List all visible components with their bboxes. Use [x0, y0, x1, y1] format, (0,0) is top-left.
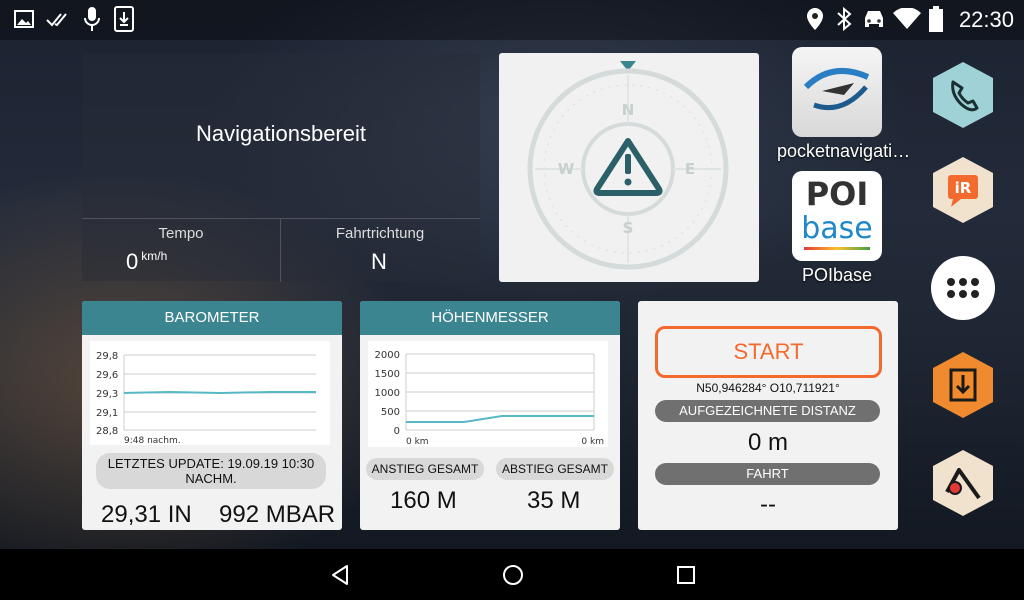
barometer-value-in: 29,31 IN — [101, 501, 192, 528]
altimeter-tick: 1000 — [375, 388, 400, 399]
speed-stat: Tempo 0 km/h — [82, 219, 281, 282]
microphone-icon — [84, 7, 100, 31]
speed-value: 0 km/h — [126, 249, 168, 274]
heading-stat: Fahrtrichtung N — [281, 219, 479, 282]
location-icon — [807, 8, 823, 30]
status-bar: 22:30 — [0, 0, 1024, 40]
barometer-x-label: 9:48 nachm. — [124, 436, 181, 445]
done-all-icon — [46, 13, 67, 27]
compass-west-label: W — [558, 160, 575, 178]
altimeter-tick: 2000 — [375, 350, 400, 361]
dock-app-drawer[interactable] — [931, 253, 995, 323]
compass-east-label: E — [685, 160, 695, 178]
barometer-widget[interactable]: BAROMETER 29,8 29,6 29,3 29,1 28,8 9:48 … — [82, 301, 342, 530]
barometer-update: LETZTES UPDATE: 19.09.19 10:30 NACHM. — [96, 453, 326, 489]
back-icon[interactable] — [330, 564, 350, 586]
navigation-status: Navigationsbereit — [196, 121, 366, 146]
pocketnavigation-label: pocketnavigati… — [777, 141, 911, 161]
barometer-tick: 28,8 — [96, 426, 118, 437]
altimeter-tick: 500 — [381, 407, 400, 418]
dock-ir[interactable]: iR — [931, 155, 995, 225]
dock-download[interactable] — [931, 350, 995, 420]
barometer-tick: 29,8 — [96, 351, 118, 362]
image-icon — [14, 10, 34, 28]
tracker-widget[interactable]: START N50,946284° O10,711921° AUFGEZEICH… — [638, 301, 898, 530]
altimeter-line — [406, 415, 594, 423]
trip-label: FAHRT — [655, 463, 880, 485]
speed-label: Tempo — [158, 225, 204, 242]
poibase-label: POIbase — [801, 265, 873, 285]
pocketnavigation-icon — [792, 47, 882, 137]
speed-unit: km/h — [141, 249, 168, 263]
barometer-value-mbar: 992 MBAR — [219, 501, 336, 528]
gps-coordinates: N50,946284° O10,711921° — [696, 381, 840, 395]
poibase-logo-top: POI — [805, 175, 869, 213]
wifi-icon — [893, 8, 921, 29]
ascent-value: 160 M — [390, 487, 457, 514]
navigation-panel[interactable]: Navigationsbereit Tempo 0 km/h Fahrtricht… — [82, 53, 480, 282]
home-icon[interactable] — [502, 564, 524, 586]
altimeter-x-start: 0 km — [406, 437, 429, 447]
navigation-stats: Tempo 0 km/h Fahrtrichtung N — [82, 218, 480, 282]
altimeter-tick: 0 — [394, 426, 400, 437]
app-poibase[interactable]: POI base POIbase — [777, 171, 897, 286]
altimeter-widget[interactable]: HÖHENMESSER 2000 1500 1000 500 0 0 km 0 … — [360, 301, 620, 530]
poibase-icon: POI base — [792, 171, 882, 261]
altimeter-title: HÖHENMESSER — [360, 301, 620, 335]
compass-widget[interactable]: N E S W — [499, 53, 759, 282]
descent-value: 35 M — [527, 487, 581, 514]
app-pocketnavigation[interactable]: pocketnavigati… — [777, 47, 911, 162]
battery-icon — [929, 6, 943, 32]
altimeter-tick: 1500 — [375, 369, 400, 380]
heading-value: N — [371, 249, 387, 274]
compass-south-label: S — [623, 219, 634, 237]
barometer-tick: 29,3 — [96, 389, 118, 400]
clock: 22:30 — [958, 7, 1014, 32]
trip-value: -- — [760, 491, 776, 518]
poibase-logo-bottom: base — [801, 211, 873, 246]
barometer-chart: 29,8 29,6 29,3 29,1 28,8 9:48 nachm. — [90, 341, 330, 446]
system-nav-bar — [0, 549, 1024, 600]
svg-text:iR: iR — [955, 179, 972, 197]
recents-icon[interactable] — [676, 565, 696, 585]
dock-phone[interactable] — [931, 60, 995, 130]
download-icon — [114, 6, 134, 32]
altimeter-chart: 2000 1500 1000 500 0 0 km 0 km — [368, 341, 608, 447]
compass-dial: N E S W — [527, 61, 729, 270]
barometer-title: BAROMETER — [82, 301, 342, 335]
ascent-label: ANSTIEG GESAMT — [366, 458, 484, 480]
distance-label: AUFGEZEICHNETE DISTANZ — [655, 400, 880, 422]
dock-map[interactable] — [931, 448, 995, 518]
descent-label: ABSTIEG GESAMT — [496, 458, 614, 480]
car-icon — [865, 11, 883, 27]
barometer-tick: 29,6 — [96, 370, 118, 381]
barometer-tick: 29,1 — [96, 408, 118, 419]
warning-icon — [593, 138, 663, 196]
heading-label: Fahrtrichtung — [335, 225, 425, 242]
barometer-line — [123, 390, 316, 395]
start-button[interactable]: START — [655, 326, 882, 378]
bluetooth-icon — [837, 7, 852, 31]
compass-north-label: N — [622, 101, 635, 119]
altimeter-x-end: 0 km — [581, 437, 604, 447]
distance-value: 0 m — [747, 429, 788, 456]
